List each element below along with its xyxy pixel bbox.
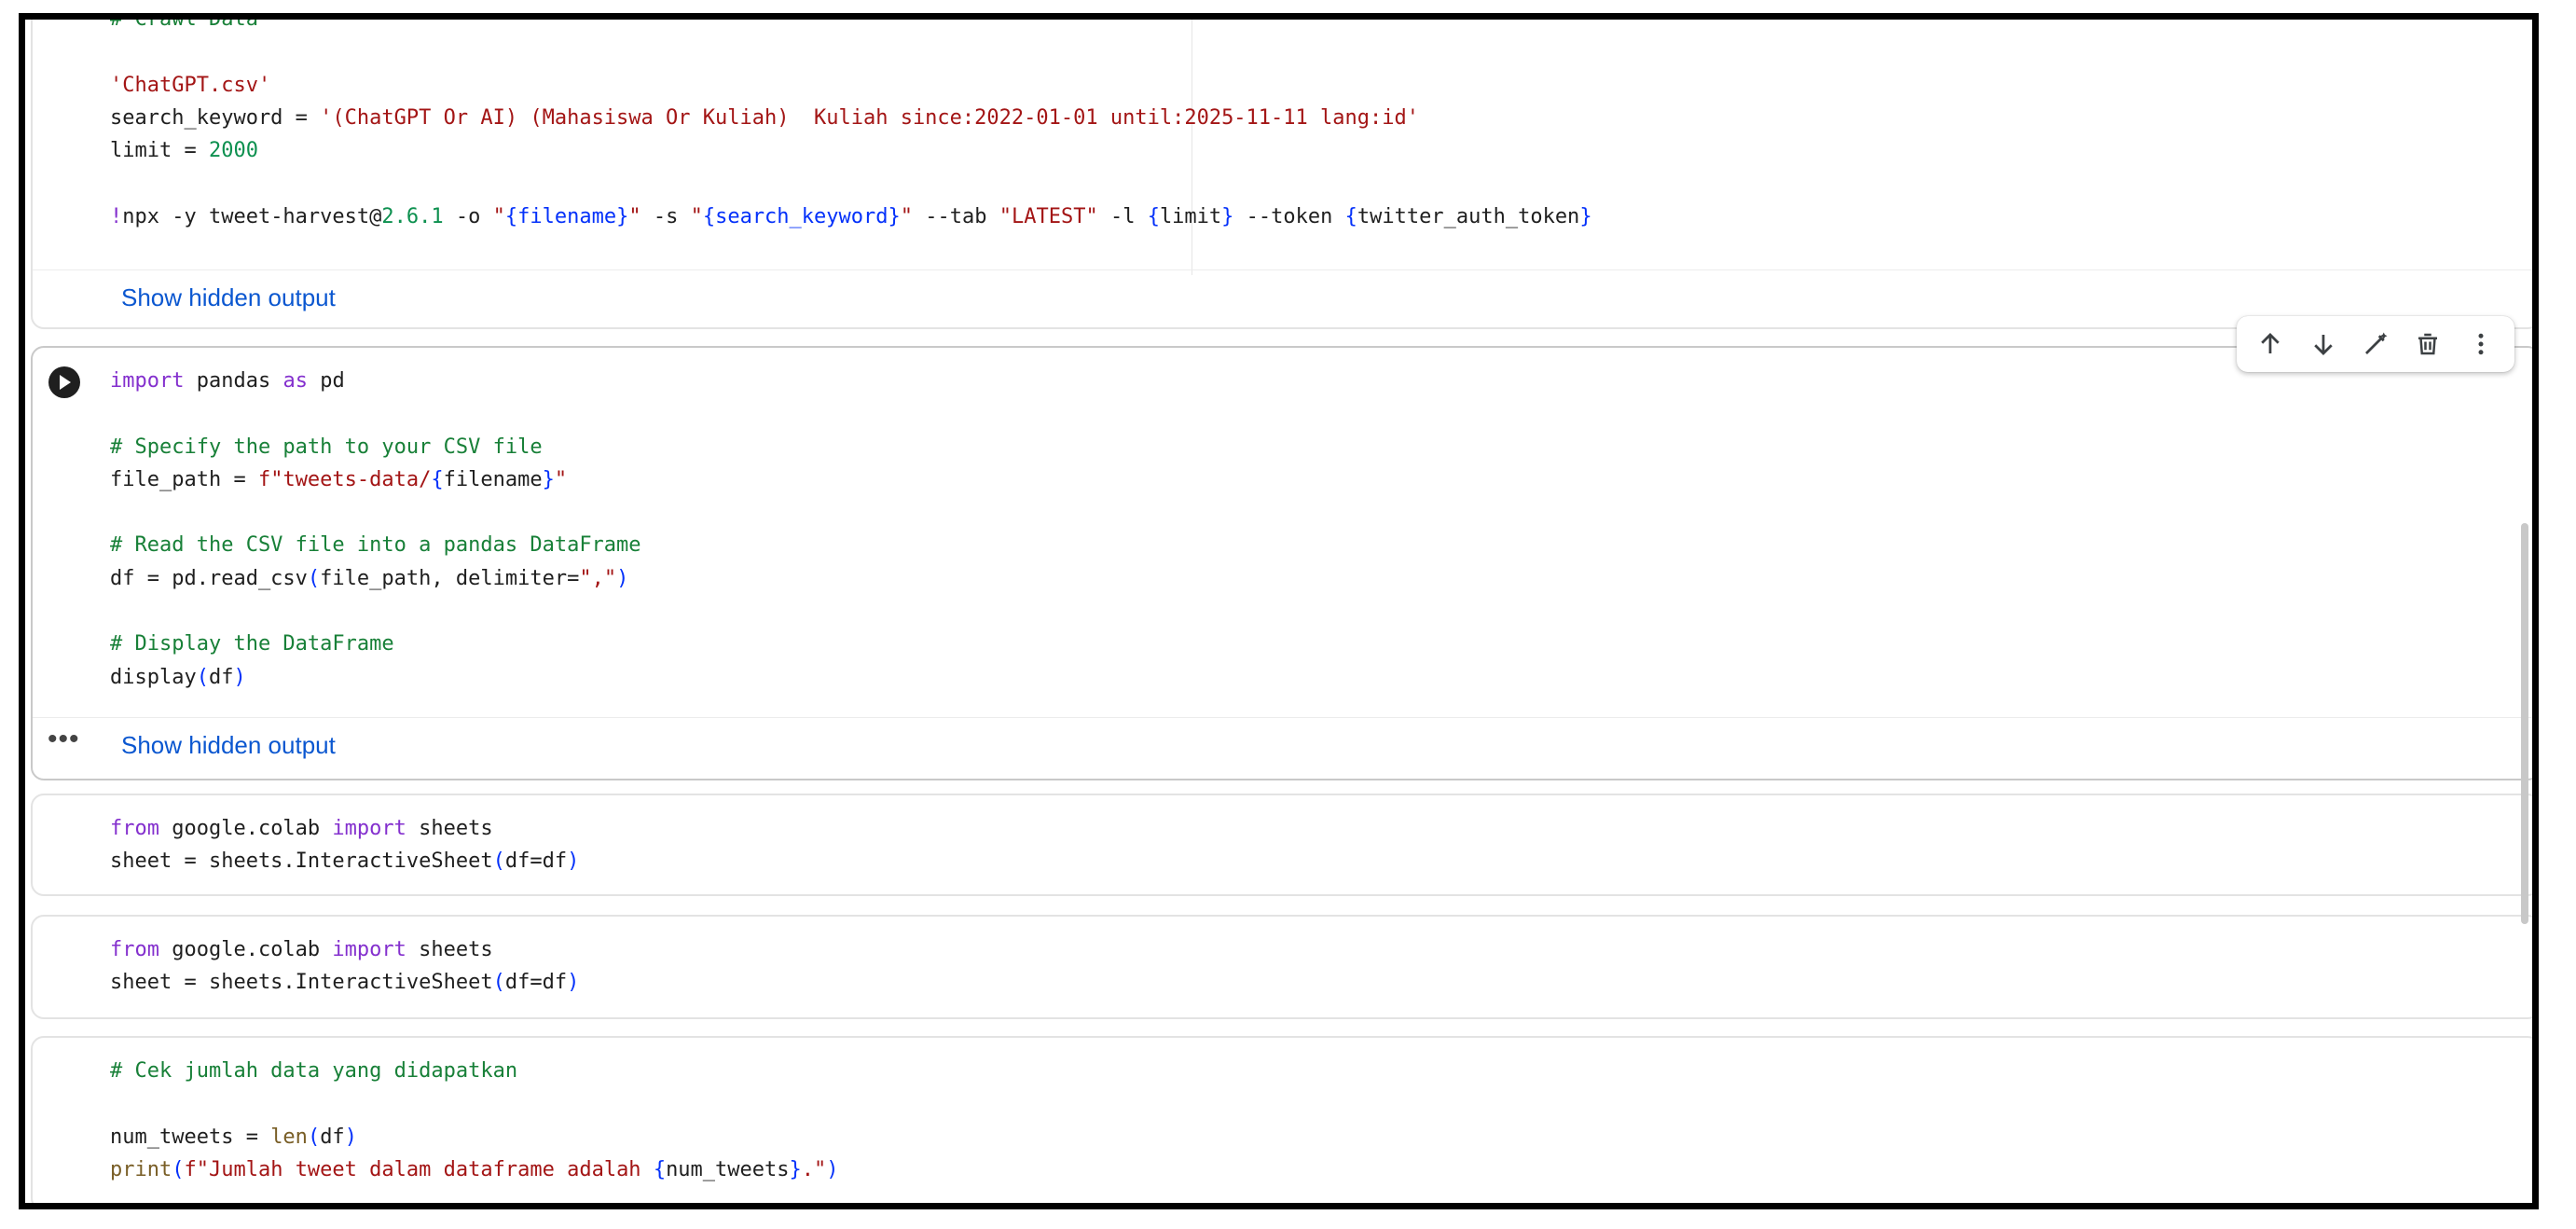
code-line: !npx -y tweet-harvest@2.6.1 -o "{filenam…: [110, 204, 1592, 228]
code-line: # Crawl Data: [110, 13, 258, 31]
code-line: display(df): [110, 665, 246, 689]
string-token: '(ChatGPT Or AI) (Mahasiswa Or Kuliah) K…: [320, 105, 1419, 130]
code-line: print(f"Jumlah tweet dalam dataframe ada…: [110, 1157, 839, 1181]
code-cell-sheets-1[interactable]: from google.colab import sheets sheet = s…: [31, 794, 2532, 896]
code-editor[interactable]: from google.colab import sheets sheet = s…: [110, 933, 579, 1000]
code-cell-crawl[interactable]: # Crawl Data 'ChatGPT.csv' search_keyword …: [31, 13, 2532, 329]
show-hidden-output-link[interactable]: Show hidden output: [121, 731, 336, 760]
code-line: sheet = sheets.InteractiveSheet(df=df): [110, 849, 580, 874]
code-editor[interactable]: import pandas as pd # Specify the path to…: [110, 365, 641, 694]
run-cell-button[interactable]: [48, 366, 80, 398]
arrow-down-icon: [2313, 335, 2333, 355]
notebook-frame: # Crawl Data 'ChatGPT.csv' search_keyword …: [19, 13, 2539, 1209]
delete-button[interactable]: [2407, 324, 2448, 365]
code-line: # Display the DataFrame: [110, 632, 394, 656]
more-options-button[interactable]: [2460, 324, 2501, 365]
cell-toolbar: [2237, 316, 2514, 372]
code-line: # Cek jumlah data yang didapatkan: [110, 1059, 518, 1083]
scrollbar[interactable]: [2521, 523, 2528, 924]
move-up-button[interactable]: [2250, 324, 2291, 365]
code-editor[interactable]: # Crawl Data 'ChatGPT.csv' search_keyword …: [110, 13, 1592, 233]
code-editor[interactable]: from google.colab import sheets sheet = s…: [110, 812, 579, 878]
code-editor[interactable]: # Cek jumlah data yang didapatkan num_twe…: [110, 1055, 839, 1186]
scroll-indicator: [1207, 1208, 1233, 1209]
code-line: import pandas as pd: [110, 369, 345, 393]
delete-icon: [2418, 333, 2438, 355]
move-down-button[interactable]: [2303, 324, 2344, 365]
more-vert-icon: [2478, 333, 2484, 355]
edit-icon: [2364, 332, 2388, 354]
code-line: df = pd.read_csv(file_path, delimiter=",…: [110, 566, 629, 590]
edit-button[interactable]: [2355, 324, 2396, 365]
string-token: 'ChatGPT.csv': [110, 73, 271, 97]
code-line: # Specify the path to your CSV file: [110, 435, 543, 459]
code-line: file_path = f"tweets-data/{filename}": [110, 467, 568, 491]
code-line: # Read the CSV file into a pandas DataFr…: [110, 533, 641, 558]
code-line: 'ChatGPT.csv': [110, 69, 1592, 102]
code-line: search_keyword = '(ChatGPT Or AI) (Mahas…: [110, 105, 1419, 130]
show-hidden-output-link[interactable]: Show hidden output: [121, 283, 336, 312]
output-bar: ••• Show hidden output: [33, 717, 2532, 776]
code-cell-pandas[interactable]: import pandas as pd # Specify the path to…: [31, 346, 2532, 780]
code-line: num_tweets = len(df): [110, 1125, 357, 1149]
code-line: from google.colab import sheets: [110, 938, 493, 961]
output-bar: Show hidden output: [33, 269, 2532, 328]
output-menu-ellipsis[interactable]: •••: [48, 724, 80, 755]
code-line: limit = 2000: [110, 139, 258, 163]
code-line: sheet = sheets.InteractiveSheet(df=df): [110, 971, 580, 995]
arrow-up-icon: [2261, 333, 2280, 353]
code-cell-sheets-2[interactable]: from google.colab import sheets sheet = s…: [31, 915, 2532, 1019]
code-cell-count[interactable]: # Cek jumlah data yang didapatkan num_twe…: [31, 1036, 2532, 1203]
code-line: from google.colab import sheets: [110, 817, 493, 840]
play-icon: [60, 375, 71, 390]
